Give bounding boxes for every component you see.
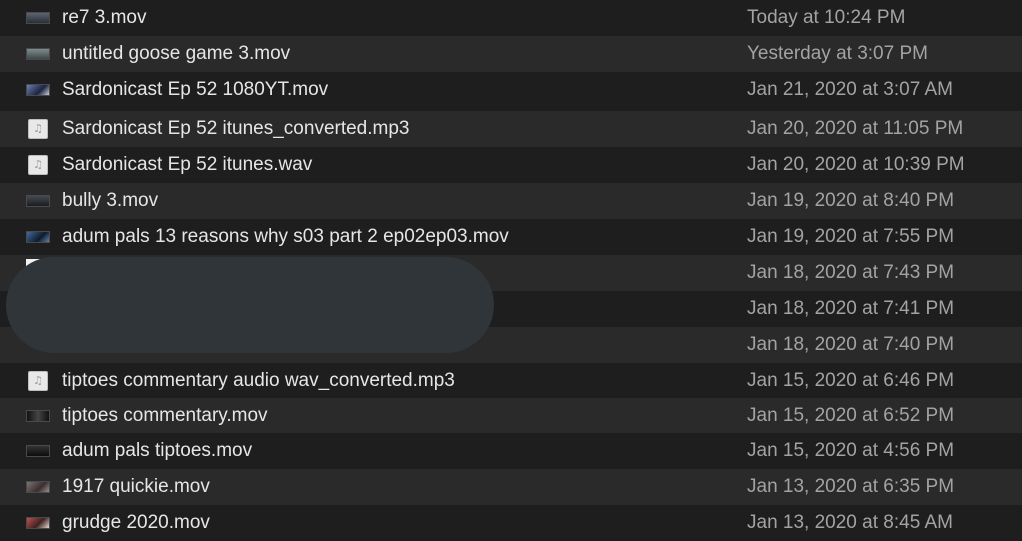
file-name: tiptoes commentary.mov: [62, 405, 268, 426]
file-row[interactable]: adum pals tiptoes.mov Jan 15, 2020 at 4:…: [0, 433, 1022, 469]
date-modified: Jan 20, 2020 at 10:39 PM: [747, 154, 965, 175]
date-modified: Jan 19, 2020 at 7:55 PM: [747, 226, 955, 247]
video-thumbnail-icon: [26, 445, 50, 457]
file-row[interactable]: ♫ Sardonicast Ep 52 itunes.wav Jan 20, 2…: [0, 147, 1022, 183]
video-thumbnail-icon: [26, 481, 50, 493]
date-modified: Jan 21, 2020 at 3:07 AM: [747, 79, 953, 100]
file-name: grudge 2020.mov: [62, 512, 210, 533]
file-row[interactable]: 1917 quickie.mov Jan 13, 2020 at 6:35 PM: [0, 469, 1022, 505]
date-modified: Yesterday at 3:07 PM: [747, 43, 928, 64]
file-name: adum pals 13 reasons why s03 part 2 ep02…: [62, 226, 509, 247]
date-modified: Jan 18, 2020 at 7:43 PM: [747, 262, 955, 283]
file-row[interactable]: untitled goose game 3.mov Yesterday at 3…: [0, 36, 1022, 72]
file-name: Sardonicast Ep 52 1080YT.mov: [62, 79, 329, 100]
file-name: adum pals tiptoes.mov: [62, 440, 253, 461]
date-modified: Today at 10:24 PM: [747, 7, 906, 28]
file-list: re7 3.mov Today at 10:24 PM untitled goo…: [0, 0, 1022, 541]
video-thumbnail-icon: [26, 231, 50, 243]
file-name: Sardonicast Ep 52 itunes_converted.mp3: [62, 118, 410, 139]
date-modified: Jan 15, 2020 at 6:46 PM: [747, 370, 955, 391]
file-row[interactable]: ♫ Sardonicast Ep 52 itunes_converted.mp3…: [0, 111, 1022, 147]
video-thumbnail-icon: [26, 12, 50, 24]
video-thumbnail-icon: [26, 517, 50, 529]
video-thumbnail-icon: [26, 410, 50, 422]
video-thumbnail-icon: [26, 84, 50, 96]
file-name: bully 3.mov: [62, 190, 159, 211]
date-modified: Jan 18, 2020 at 7:41 PM: [747, 298, 955, 319]
date-modified: Jan 19, 2020 at 8:40 PM: [747, 190, 955, 211]
audio-file-icon: ♫: [28, 155, 48, 175]
date-modified: Jan 13, 2020 at 6:35 PM: [747, 476, 955, 497]
date-modified: Jan 15, 2020 at 4:56 PM: [747, 440, 955, 461]
date-modified: Jan 13, 2020 at 8:45 AM: [747, 512, 953, 533]
file-row[interactable]: bully 3.mov Jan 19, 2020 at 8:40 PM: [0, 183, 1022, 219]
date-modified: Jan 20, 2020 at 11:05 PM: [747, 118, 964, 139]
file-row[interactable]: adum pals 13 reasons why s03 part 2 ep02…: [0, 219, 1022, 255]
file-row[interactable]: re7 3.mov Today at 10:24 PM: [0, 0, 1022, 36]
video-thumbnail-icon: [26, 195, 50, 207]
file-row[interactable]: Sardonicast Ep 52 1080YT.mov Jan 21, 202…: [0, 72, 1022, 108]
file-name: tiptoes commentary audio wav_converted.m…: [62, 370, 455, 391]
file-row[interactable]: grudge 2020.mov Jan 13, 2020 at 8:45 AM: [0, 505, 1022, 541]
file-name: re7 3.mov: [62, 7, 147, 28]
date-modified: Jan 18, 2020 at 7:40 PM: [747, 334, 955, 355]
file-row[interactable]: tiptoes commentary.mov Jan 15, 2020 at 6…: [0, 398, 1022, 434]
audio-file-icon: ♫: [28, 371, 48, 391]
video-thumbnail-icon: [26, 48, 50, 60]
date-modified: Jan 15, 2020 at 6:52 PM: [747, 405, 955, 426]
redaction-overlay: [6, 257, 494, 353]
file-row[interactable]: ♫ tiptoes commentary audio wav_converted…: [0, 363, 1022, 399]
file-name: 1917 quickie.mov: [62, 476, 210, 497]
file-name: untitled goose game 3.mov: [62, 43, 291, 64]
audio-file-icon: ♫: [28, 119, 48, 139]
file-name: Sardonicast Ep 52 itunes.wav: [62, 154, 313, 175]
